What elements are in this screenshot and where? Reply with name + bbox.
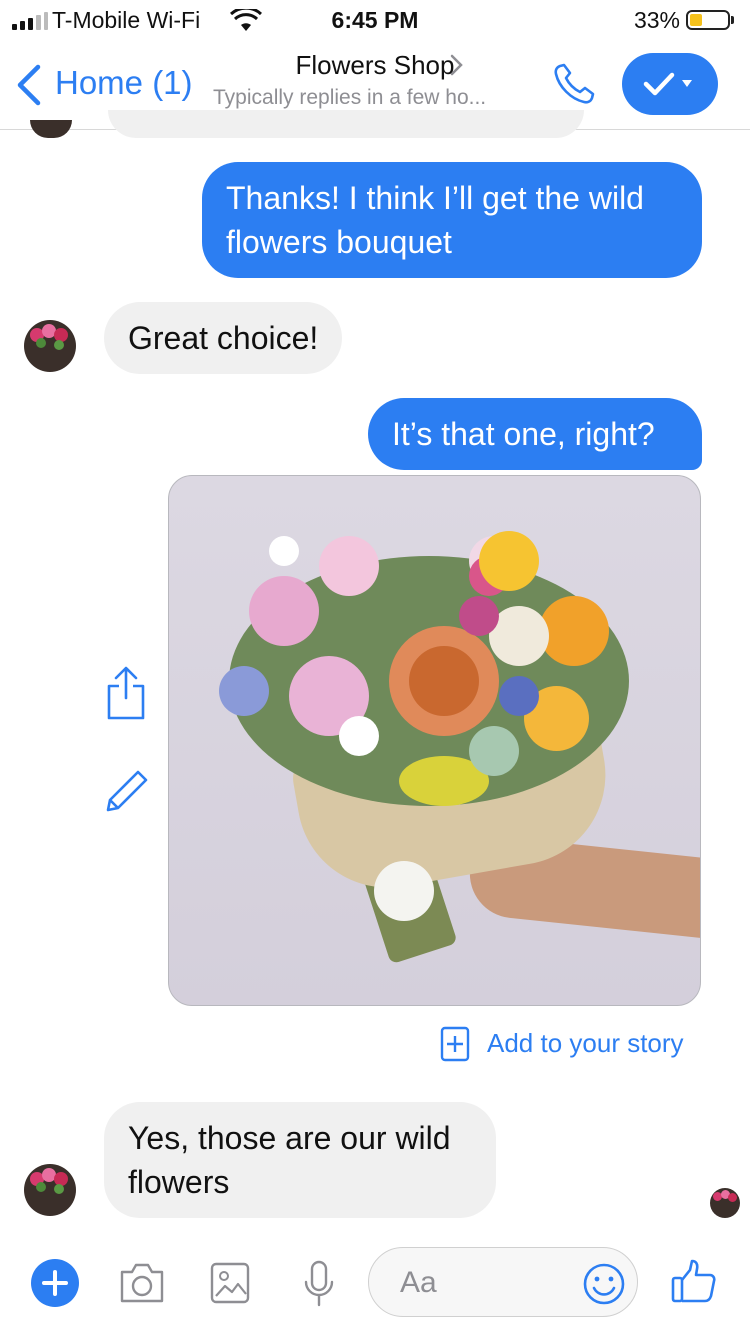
microphone-icon[interactable] xyxy=(302,1260,336,1308)
outgoing-message[interactable]: Thanks! I think I’ll get the wild flower… xyxy=(202,162,702,278)
incoming-message[interactable]: Yes, those are our wild flowers xyxy=(104,1102,496,1218)
thumbs-up-icon[interactable] xyxy=(670,1258,718,1304)
quick-action-button[interactable] xyxy=(622,53,718,115)
shop-avatar[interactable] xyxy=(24,1164,76,1216)
outgoing-message[interactable]: It’s that one, right? xyxy=(368,398,702,470)
image-icon[interactable] xyxy=(210,1262,250,1304)
chat-subtitle: Typically replies in a few ho... xyxy=(213,86,487,109)
battery-level xyxy=(690,14,702,26)
plus-icon xyxy=(42,1270,68,1296)
add-to-story-link[interactable]: Add to your story xyxy=(487,1028,684,1059)
status-bar: T-Mobile Wi-Fi 6:45 PM 33% xyxy=(0,0,750,40)
incoming-message[interactable]: Great choice! xyxy=(104,302,343,374)
shop-avatar[interactable] xyxy=(24,320,76,372)
battery-icon xyxy=(686,10,730,30)
message-input-placeholder: Aa xyxy=(400,1266,437,1299)
ribbon-illustration xyxy=(374,861,434,921)
read-receipt-avatar xyxy=(710,1188,740,1218)
check-dropdown-icon xyxy=(643,72,692,96)
chevron-right-icon[interactable] xyxy=(449,53,465,77)
plus-button[interactable] xyxy=(31,1259,79,1307)
share-icon[interactable] xyxy=(106,664,146,720)
phone-icon[interactable] xyxy=(550,60,598,108)
previous-message-bubble xyxy=(108,110,584,138)
shop-avatar xyxy=(30,120,72,138)
bouquet-photo[interactable] xyxy=(168,475,701,1006)
pencil-icon[interactable] xyxy=(104,768,150,814)
emoji-icon[interactable] xyxy=(582,1262,626,1306)
battery-tip xyxy=(731,16,734,24)
battery-percent: 33% xyxy=(633,7,680,33)
add-story-icon[interactable] xyxy=(440,1026,470,1062)
camera-icon[interactable] xyxy=(118,1262,166,1304)
